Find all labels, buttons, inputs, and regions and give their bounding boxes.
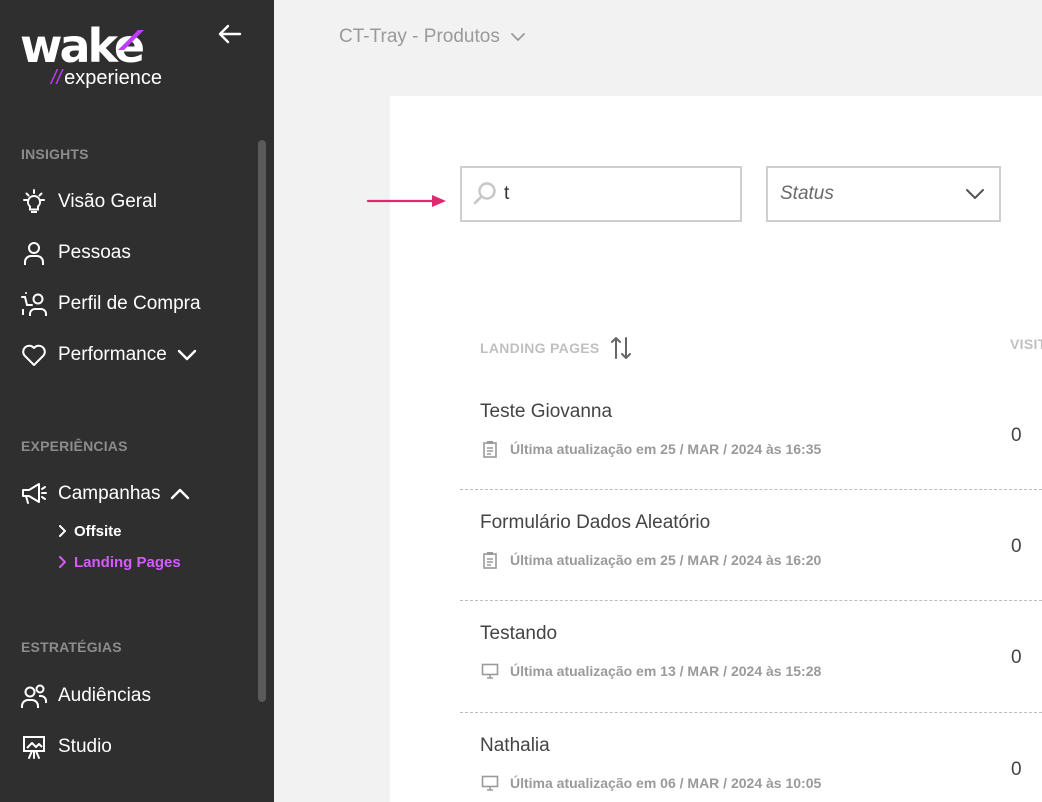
last-updated-text: Última atualização em 25 / MAR / 2024 às… xyxy=(510,441,822,457)
megaphone-icon xyxy=(20,480,48,508)
sidebar-item-perfil-compra[interactable]: Perfil de Compra xyxy=(20,289,201,319)
sidebar-subitem-offsite[interactable]: Offsite xyxy=(58,520,122,542)
heart-icon xyxy=(20,341,48,369)
chevron-down-icon xyxy=(177,349,197,361)
sidebar-item-label: Campanhas xyxy=(58,483,161,504)
arrow-left-icon xyxy=(218,24,242,44)
sidebar-item-studio[interactable]: Studio xyxy=(20,732,112,762)
clipboard-icon xyxy=(480,550,500,570)
status-dropdown[interactable]: Status xyxy=(766,166,1001,222)
section-experiencias: EXPERIÊNCIAS xyxy=(21,438,128,454)
last-updated-text: Última atualização em 25 / MAR / 2024 às… xyxy=(510,552,822,568)
logo-subtitle: //experience xyxy=(51,67,162,90)
landing-page-title[interactable]: Formulário Dados Aleatório xyxy=(480,512,710,534)
sidebar-item-label: Studio xyxy=(58,736,112,757)
status-dropdown-label: Status xyxy=(780,183,834,204)
sidebar-item-audiencias[interactable]: Audiências xyxy=(20,681,151,711)
sidebar-item-visao-geral[interactable]: Visão Geral xyxy=(20,187,157,217)
logo-slash: // xyxy=(51,67,63,89)
easel-icon xyxy=(20,733,48,761)
last-updated: Última atualização em 25 / MAR / 2024 às… xyxy=(480,439,821,459)
people-cart-icon xyxy=(20,290,48,318)
audience-icon xyxy=(20,682,48,710)
table-row[interactable]: Nathalia Última atualização em 06 / MAR … xyxy=(460,735,1042,802)
column-header-landing-pages: LANDING PAGES xyxy=(480,336,632,360)
sidebar-item-label: Perfil de Compra xyxy=(58,293,201,314)
landing-page-title[interactable]: Nathalia xyxy=(480,735,550,757)
sidebar-item-pessoas[interactable]: Pessoas xyxy=(20,238,131,268)
search-icon xyxy=(472,181,498,207)
logo-experience: experience xyxy=(64,67,162,89)
sidebar-scrollbar[interactable] xyxy=(258,140,266,702)
sidebar: wake //experience INSIGHTS Visão Geral P… xyxy=(0,0,274,802)
chevron-down-icon xyxy=(510,32,526,42)
section-estrategias: ESTRATÉGIAS xyxy=(21,639,122,655)
search-field[interactable] xyxy=(460,166,742,222)
sidebar-subitem-landing-pages[interactable]: Landing Pages xyxy=(58,551,181,573)
visits-count: 0 xyxy=(1011,425,1022,446)
chevron-right-icon xyxy=(59,525,66,537)
project-selector[interactable]: CT-Tray - Produtos xyxy=(339,26,526,48)
sort-icon[interactable] xyxy=(610,336,632,360)
visits-count: 0 xyxy=(1011,647,1022,668)
annotation-arrow-icon xyxy=(366,195,446,207)
project-name: CT-Tray - Produtos xyxy=(339,26,500,47)
search-input[interactable] xyxy=(504,183,724,205)
lightbulb-icon xyxy=(20,188,48,216)
chevron-right-icon xyxy=(59,556,66,568)
monitor-icon xyxy=(480,661,500,681)
column-header-label: LANDING PAGES xyxy=(480,340,600,356)
wake-wordmark: wake xyxy=(20,24,146,68)
sidebar-item-label: Visão Geral xyxy=(58,191,157,212)
visits-count: 0 xyxy=(1011,536,1022,557)
sidebar-item-campanhas[interactable]: Campanhas xyxy=(20,479,190,509)
chevron-down-icon xyxy=(966,189,984,199)
sidebar-item-label: Performance xyxy=(58,344,167,365)
sidebar-item-label: Pessoas xyxy=(58,242,131,263)
last-updated: Última atualização em 06 / MAR / 2024 às… xyxy=(480,773,821,793)
table-row[interactable]: Teste Giovanna Última atualização em 25 … xyxy=(460,401,1042,490)
sidebar-item-performance[interactable]: Performance xyxy=(20,340,197,370)
table-row[interactable]: Formulário Dados Aleatório Última atuali… xyxy=(460,512,1042,601)
column-header-visits: VISITAS xyxy=(1010,336,1042,352)
sidebar-item-label: Audiências xyxy=(58,685,151,706)
column-header-label: VISITAS xyxy=(1010,336,1042,352)
person-icon xyxy=(20,239,48,267)
collapse-sidebar-button[interactable] xyxy=(216,22,244,46)
last-updated-text: Última atualização em 06 / MAR / 2024 às… xyxy=(510,775,822,791)
landing-page-title[interactable]: Testando xyxy=(480,623,557,645)
visits-count: 0 xyxy=(1011,759,1022,780)
section-insights: INSIGHTS xyxy=(21,146,89,162)
landing-page-title[interactable]: Teste Giovanna xyxy=(480,401,612,423)
sidebar-subitem-label: Landing Pages xyxy=(74,553,181,571)
last-updated: Última atualização em 13 / MAR / 2024 às… xyxy=(480,661,821,681)
table-row[interactable]: Testando Última atualização em 13 / MAR … xyxy=(460,623,1042,713)
last-updated: Última atualização em 25 / MAR / 2024 às… xyxy=(480,550,821,570)
last-updated-text: Última atualização em 13 / MAR / 2024 às… xyxy=(510,663,822,679)
clipboard-icon xyxy=(480,439,500,459)
monitor-icon xyxy=(480,773,500,793)
chevron-up-icon xyxy=(170,488,190,500)
sidebar-subitem-label: Offsite xyxy=(74,522,122,540)
